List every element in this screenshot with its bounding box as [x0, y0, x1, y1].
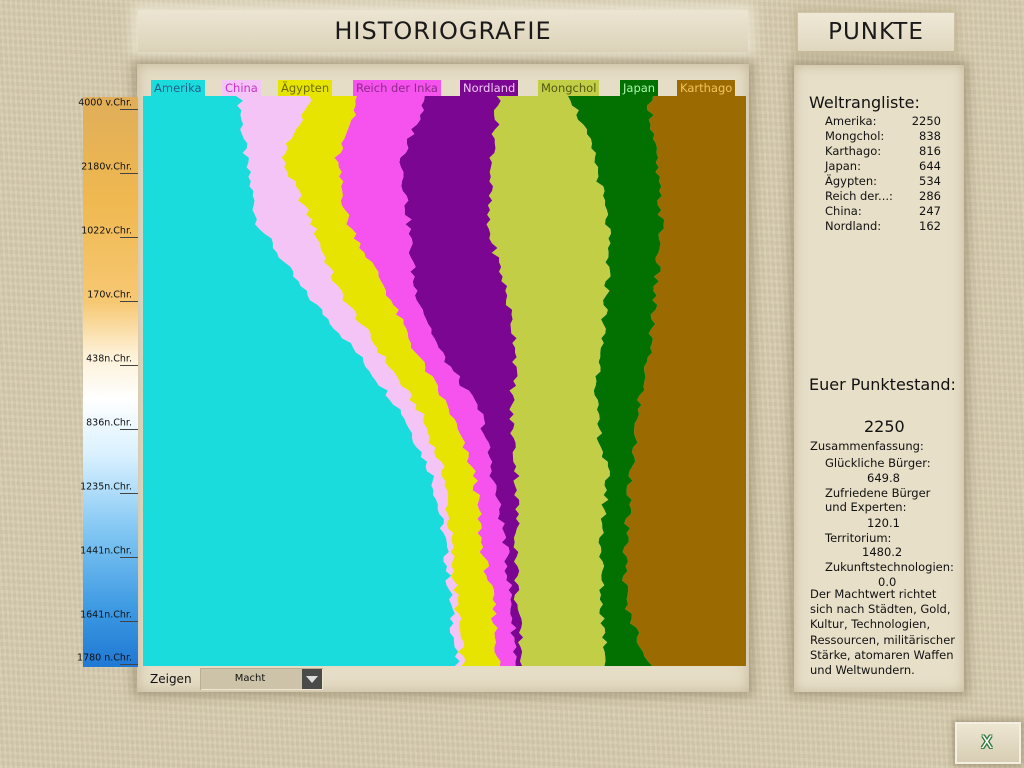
legend-item: Karthago: [677, 80, 736, 96]
timeline-label: 1780 n.Chr.: [77, 652, 132, 664]
power-note: Der Machtwert richtet sich nach Städten,…: [810, 587, 956, 678]
ranking-row: Japan: 644: [825, 159, 941, 174]
ranking-name: Nordland:: [825, 219, 882, 233]
timeline-tick: [120, 664, 138, 665]
legend-item: Reich der Inka: [353, 80, 441, 96]
legend-item: Amerika: [151, 80, 205, 96]
ranking-name: Mongchol:: [825, 129, 885, 143]
timeline-gradient-bar: [83, 97, 138, 667]
timeline-tick: [120, 557, 138, 558]
hourglass-close-icon: X: [981, 733, 993, 753]
historiography-chart: [143, 96, 746, 666]
timeline-label: 1235n.Chr.: [80, 481, 132, 493]
timeline-tick: [120, 621, 138, 622]
timeline-label: 1022v.Chr.: [81, 225, 132, 237]
close-button[interactable]: X: [955, 722, 1021, 764]
legend-item: Japan: [620, 80, 659, 96]
ranking-name: Japan:: [825, 159, 861, 173]
timeline-label: 438n.Chr.: [86, 353, 132, 365]
timeline-tick: [120, 365, 138, 366]
ranking-value: 838: [919, 129, 941, 143]
dropdown-arrow-icon[interactable]: [302, 669, 322, 689]
ranking-name: China:: [825, 204, 862, 218]
zeigen-dropdown-value: Macht: [234, 673, 266, 684]
timeline-tick: [120, 493, 138, 494]
timeline-tick: [120, 109, 138, 110]
ranking-name: Amerika:: [825, 114, 877, 128]
happy-citizens-value: 649.8: [867, 471, 900, 485]
ranking-value: 644: [919, 159, 941, 173]
ranking-value: 816: [919, 144, 941, 158]
ranking-row: China: 247: [825, 204, 941, 219]
content-citizens-label-1: Zufriedene Bürger: [825, 486, 931, 500]
future-tech-label: Zukunftstechnologien:: [825, 560, 954, 574]
score-title: Euer Punktestand:: [809, 375, 956, 394]
punkte-tab[interactable]: PUNKTE: [797, 12, 955, 52]
summary-title: Zusammenfassung:: [810, 439, 924, 453]
ranking-name: Karthago:: [825, 144, 882, 158]
timeline-label: 1441n.Chr.: [80, 545, 132, 557]
timeline-tick: [120, 173, 138, 174]
content-citizens-label-2: und Experten:: [825, 500, 907, 514]
ranking-row: Karthago: 816: [825, 144, 941, 159]
timeline-label: 4000 v.Chr.: [78, 97, 132, 109]
timeline-tick: [120, 237, 138, 238]
ranking-row: Reich der...: 286: [825, 189, 941, 204]
territory-label: Territorium:: [825, 531, 892, 545]
ranking-row: Ägypten: 534: [825, 174, 941, 189]
legend-item: Nordland: [460, 80, 519, 96]
timeline-tick: [120, 301, 138, 302]
content-citizens-value: 120.1: [867, 516, 900, 530]
punkte-tab-label: PUNKTE: [828, 19, 924, 45]
ranking-value: 2250: [911, 114, 941, 128]
ranking-value: 534: [919, 174, 941, 188]
territory-value: 1480.2: [862, 545, 903, 559]
ranking-value: 286: [919, 189, 941, 203]
ranking-value: 247: [919, 204, 941, 218]
ranking-row: Nordland: 162: [825, 219, 941, 234]
zeigen-dropdown[interactable]: Macht: [200, 668, 323, 690]
ranking-row: Mongchol: 838: [825, 129, 941, 144]
happy-citizens-label: Glückliche Bürger:: [825, 456, 931, 470]
legend-item: Ägypten: [278, 80, 333, 96]
page-title: HISTORIOGRAFIE: [334, 17, 552, 45]
score-value: 2250: [864, 417, 905, 436]
legend-item: Mongchol: [538, 80, 600, 96]
ranking-value: 162: [919, 219, 941, 233]
ranking-title: Weltrangliste:: [809, 93, 920, 112]
timeline-label: 1641n.Chr.: [80, 609, 132, 621]
legend-item: China: [222, 80, 261, 96]
timeline-tick: [120, 429, 138, 430]
title-bar: HISTORIOGRAFIE: [138, 10, 748, 52]
timeline-label: 2180v.Chr.: [81, 161, 132, 173]
timeline-label: 836n.Chr.: [86, 417, 132, 429]
timeline-label: 170v.Chr.: [87, 289, 132, 301]
ranking-name: Reich der...:: [825, 189, 893, 203]
ranking-row: Amerika: 2250: [825, 114, 941, 129]
zeigen-label: Zeigen: [150, 672, 192, 686]
ranking-name: Ägypten:: [825, 174, 878, 188]
